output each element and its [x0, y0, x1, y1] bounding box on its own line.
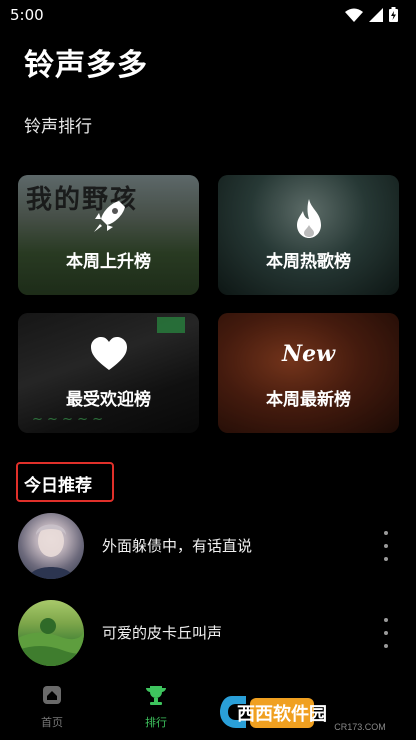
new-badge-icon: New: [281, 341, 336, 367]
more-options-icon[interactable]: [378, 618, 394, 648]
list-item[interactable]: 外面躲债中，有话直说: [0, 513, 416, 579]
status-time: 5:00: [10, 6, 44, 24]
avatar: [18, 600, 84, 666]
home-icon: [43, 686, 61, 704]
rank-card-rising[interactable]: 我的野孩 本周上升榜: [18, 175, 199, 295]
tab-home[interactable]: 首页: [22, 684, 82, 730]
status-icons: [345, 7, 398, 22]
rank-card-newest[interactable]: New 本周最新榜: [218, 313, 399, 433]
flame-icon: [289, 197, 329, 243]
app-title: 铃声多多: [24, 48, 148, 83]
rocket-icon: [89, 197, 129, 241]
card-label: 最受欢迎榜: [66, 390, 151, 410]
card-label: 本周热歌榜: [266, 252, 351, 272]
svg-text:西西软件园: 西西软件园: [237, 703, 327, 724]
svg-text:CR173.COM: CR173.COM: [334, 722, 386, 732]
trophy-icon: [146, 686, 166, 705]
card-label: 本周最新榜: [266, 390, 351, 410]
more-options-icon[interactable]: [378, 531, 394, 561]
status-bar: 5:00: [0, 0, 416, 30]
list-item[interactable]: 可爱的皮卡丘叫声: [0, 600, 416, 666]
list-item-title: 外面躲债中，有话直说: [102, 537, 253, 555]
tab-ranking[interactable]: 排行: [126, 684, 186, 730]
rank-card-popular[interactable]: ~ ~ ~ ~ ~ 最受欢迎榜: [18, 313, 199, 433]
card-label: 本周上升榜: [66, 252, 151, 272]
tab-label: 排行: [145, 716, 167, 729]
wifi-icon: [345, 8, 363, 22]
avatar: [18, 513, 84, 579]
list-item-title: 可爱的皮卡丘叫声: [102, 624, 223, 642]
heart-icon: [89, 335, 129, 375]
signal-icon: [369, 7, 383, 22]
tab-label: 首页: [41, 716, 63, 729]
watermark-logo: 西西软件园 CR173.COM: [218, 688, 406, 734]
recommend-section-title: 今日推荐: [24, 476, 92, 496]
battery-icon: [389, 7, 398, 22]
ranking-section-title: 铃声排行: [24, 117, 92, 137]
rank-card-hot[interactable]: 本周热歌榜: [218, 175, 399, 295]
